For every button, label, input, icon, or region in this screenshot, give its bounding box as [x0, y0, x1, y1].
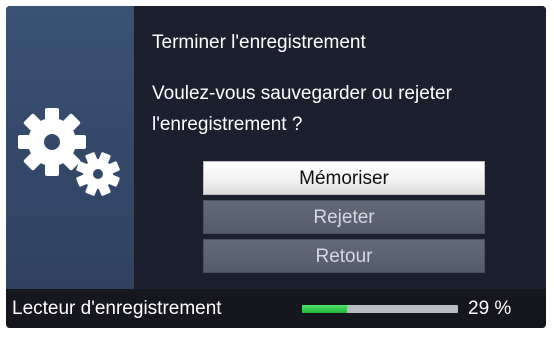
end-recording-dialog: Terminer l'enregistrement Voulez-vous sa… — [6, 6, 546, 289]
gears-icon — [18, 108, 120, 196]
recording-progress-bar — [302, 305, 458, 313]
status-bar: Lecteur d'enregistrement 29 % — [6, 289, 546, 328]
dialog-side-panel — [6, 6, 134, 289]
recording-dialog-screen: Terminer l'enregistrement Voulez-vous sa… — [6, 6, 546, 328]
recording-progress-percent: 29 % — [468, 298, 512, 319]
save-button[interactable]: Mémoriser — [203, 161, 485, 195]
recording-progress-fill — [302, 305, 348, 313]
reject-button[interactable]: Rejeter — [203, 200, 485, 234]
recording-player-label: Lecteur d'enregistrement — [12, 298, 222, 319]
dialog-title: Terminer l'enregistrement — [152, 32, 366, 53]
back-button[interactable]: Retour — [203, 239, 485, 273]
dialog-message: Voulez-vous sauvegarder ou rejeter l'enr… — [152, 83, 452, 135]
